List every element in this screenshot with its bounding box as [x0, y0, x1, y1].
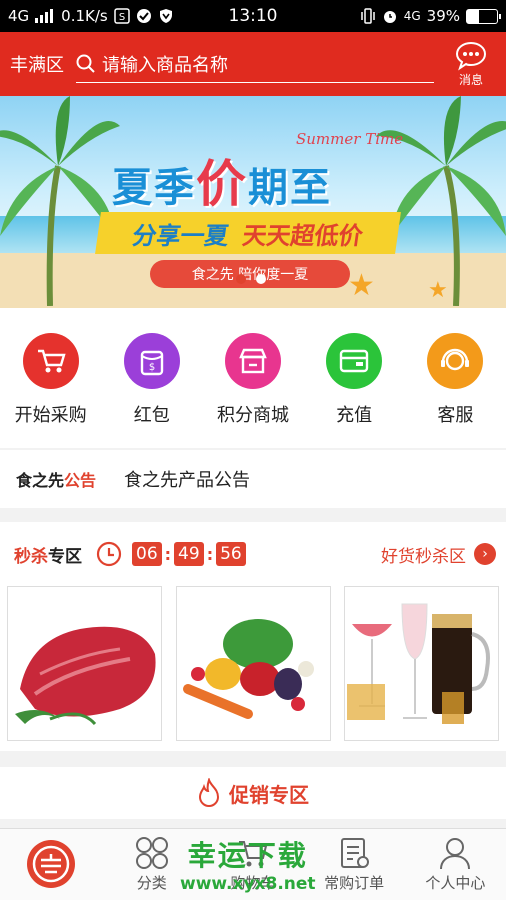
notice-brand-name: 食之先 — [16, 471, 65, 490]
palm-tree-right — [376, 96, 506, 306]
store-icon — [224, 333, 281, 389]
message-label: 消息 — [458, 72, 483, 87]
promo-banner[interactable]: Summer Time 夏季价期至 分享一夏 天天超低价 食之先 陪你度一夏 ★… — [0, 96, 506, 308]
network-label: 4G — [8, 7, 30, 25]
page-dot[interactable] — [256, 274, 266, 284]
flash-sale-products — [0, 586, 506, 751]
promotion-section-header[interactable]: 促销专区 — [0, 767, 506, 819]
quick-item-label: 红包 — [133, 405, 170, 426]
quick-item-label: 客服 — [437, 405, 474, 426]
quick-item-label: 开始采购 — [14, 405, 87, 426]
chevron-right-icon: › — [474, 543, 496, 565]
cart-icon — [238, 841, 268, 867]
product-card-drinks[interactable] — [344, 586, 499, 741]
more-label: 好货秒杀区 — [381, 546, 466, 567]
tab-home[interactable] — [1, 838, 101, 892]
red-packet-icon: $ — [123, 333, 180, 389]
tab-category[interactable]: 分类 — [102, 836, 202, 893]
fire-icon — [198, 778, 220, 807]
tab-label: 分类 — [136, 874, 167, 892]
page-dot-active[interactable] — [236, 274, 246, 284]
alarm-icon — [383, 11, 396, 23]
palm-tree-left — [0, 96, 120, 306]
notice-brand-tag: 公告 — [64, 471, 97, 490]
notice-bar[interactable]: 食之先公告 食之先产品公告 — [0, 450, 506, 508]
network-speed: 0.1K/s — [61, 7, 108, 25]
banner-headline: 夏季价期至 — [112, 144, 332, 216]
app-notify-icon: S — [113, 8, 130, 24]
battery-icon — [466, 8, 501, 24]
customer-service-icon — [427, 333, 484, 389]
search-icon — [76, 54, 95, 73]
search-placeholder: 请输入商品名称 — [102, 54, 228, 76]
top-header: 丰满区 请输入商品名称 消息 — [0, 32, 506, 96]
quick-item-purchase[interactable]: 开始采购 — [1, 333, 101, 427]
quick-item-customer-service[interactable]: 客服 — [405, 333, 505, 427]
quick-item-label: 积分商城 — [216, 405, 289, 426]
clock-icon — [96, 541, 122, 567]
countdown-hours: 06 — [132, 542, 162, 566]
quick-item-points-mall[interactable]: 积分商城 — [203, 333, 303, 427]
ribbon-blue-text: 分享一夏 — [130, 221, 231, 250]
countdown-minutes: 49 — [174, 542, 204, 566]
flash-sale-header: 秒杀专区 06 : 49 : 56 好货秒杀区 › — [0, 522, 506, 586]
tab-label: 常购订单 — [324, 874, 385, 892]
drinks-image — [346, 603, 490, 724]
quick-menu: 开始采购 $ 红包 积分商城 充值 客服 — [0, 308, 506, 448]
promotion-title: 促销专区 — [229, 782, 309, 807]
notice-brand: 食之先公告 — [16, 467, 96, 491]
flash-sale-title: 秒杀专区 — [14, 542, 82, 567]
svg-text:S: S — [119, 12, 125, 23]
bottom-tab-bar: 分类 购物车 常购订单 个人中心 — [0, 828, 506, 900]
banner-pagination — [236, 274, 266, 284]
quick-item-recharge[interactable]: 充值 — [304, 333, 404, 427]
tab-label: 个人中心 — [425, 874, 486, 892]
vibrate-icon — [360, 8, 375, 24]
ribbon-red-text: 天天超低价 — [240, 221, 365, 250]
order-icon — [341, 838, 370, 868]
check-icon — [136, 9, 151, 23]
vegetables-image — [183, 618, 314, 719]
headline-part2: 期至 — [248, 165, 332, 211]
tab-profile[interactable]: 个人中心 — [405, 836, 505, 893]
product-card-beef[interactable] — [7, 586, 162, 741]
cart-icon — [22, 333, 79, 389]
user-icon — [440, 838, 471, 870]
headline-big: 价 — [196, 155, 248, 213]
banner-ribbon: 分享一夏 天天超低价 — [95, 212, 401, 254]
flash-sale-more-link[interactable]: 好货秒杀区 › — [381, 542, 496, 567]
wallet-icon — [326, 333, 383, 389]
notice-text[interactable]: 食之先产品公告 — [124, 466, 250, 492]
tab-label: 购物车 — [230, 874, 276, 892]
countdown-timer: 06 : 49 : 56 — [132, 542, 246, 566]
flash-sale-title-red: 秒杀 — [14, 546, 48, 567]
signal-icon — [35, 9, 54, 23]
status-bar: 4G 0.1K/s S 13:10 4G 39% — [0, 0, 506, 32]
home-logo-icon — [26, 839, 75, 888]
beef-image — [14, 626, 156, 725]
battery-percent: 39% — [426, 7, 460, 25]
flash-sale-title-rest: 专区 — [48, 546, 82, 567]
countdown-seconds: 56 — [216, 542, 246, 566]
tab-frequent-orders[interactable]: 常购订单 — [304, 836, 404, 893]
category-icon — [135, 837, 168, 869]
product-card-vegetables[interactable] — [175, 586, 331, 741]
countdown-separator: : — [164, 544, 172, 564]
headline-part1: 夏季 — [112, 165, 196, 211]
shield-icon — [159, 9, 172, 23]
starfish-icon: ★ — [428, 278, 448, 303]
svg-text:$: $ — [149, 362, 155, 373]
countdown-separator: : — [206, 544, 214, 564]
flash-sale-section: 秒杀专区 06 : 49 : 56 好货秒杀区 › — [0, 522, 506, 751]
tab-cart[interactable]: 购物车 — [203, 836, 303, 893]
search-input[interactable]: 请输入商品名称 — [76, 45, 434, 83]
message-button[interactable]: 消息 — [446, 41, 496, 88]
chat-bubble-icon — [455, 41, 487, 70]
quick-item-label: 充值 — [336, 405, 373, 426]
region-selector[interactable]: 丰满区 — [10, 51, 64, 77]
quick-item-red-packet[interactable]: $ 红包 — [102, 333, 202, 427]
starfish-icon: ★ — [348, 268, 375, 303]
network-label-2: 4G — [403, 9, 421, 23]
